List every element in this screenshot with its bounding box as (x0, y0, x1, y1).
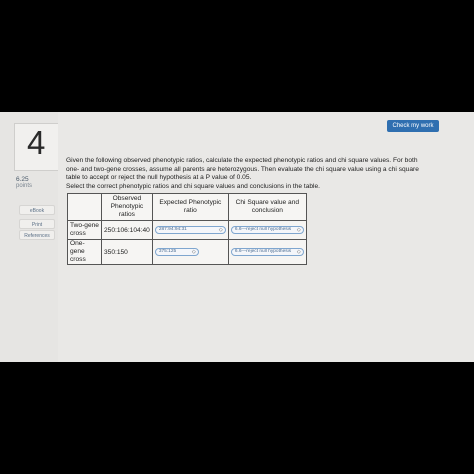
table-row: One-gene cross 350:150 375:125 ◇ 6.6—reje… (67, 239, 307, 265)
response-table: Observed Phenotypic ratios Expected Phen… (67, 193, 307, 265)
ebook-button[interactable]: eBook (19, 205, 55, 215)
header-chi-square: Chi Square value and conclusion (227, 193, 307, 221)
expected-select-two-gene[interactable]: 287:94:94:31 ◇ (154, 226, 226, 234)
header-empty (67, 193, 102, 221)
conclusion-cell-one-gene: 6.6—reject null hypothesis ◇ (227, 239, 307, 265)
conclusion-select-one-gene[interactable]: 6.6—reject null hypothesis ◇ (230, 248, 304, 256)
question-sidebar: 4 6.25 points eBook Print References (0, 112, 58, 362)
references-button[interactable]: References (19, 230, 55, 240)
table-row: Two-gene cross 250:106:104:40 287:94:94:… (67, 220, 307, 240)
chevron-down-icon: ◇ (191, 249, 196, 255)
print-button[interactable]: Print (19, 219, 55, 229)
chevron-down-icon: ◇ (296, 227, 301, 233)
expected-cell-one-gene: 375:125 ◇ (151, 239, 229, 265)
check-my-work-button[interactable]: Check my work (387, 120, 439, 132)
header-expected: Expected Phenotypic ratio (151, 193, 229, 221)
conclusion-cell-two-gene: 6.6—reject null hypothesis ◇ (227, 220, 307, 240)
question-number: 4 (27, 124, 46, 161)
points-label: points (16, 183, 33, 189)
points-value: 6.25 (16, 176, 29, 183)
expected-cell-two-gene: 287:94:94:31 ◇ (151, 220, 229, 240)
question-text: Given the following observed phenotypic … (66, 157, 419, 190)
conclusion-select-two-gene[interactable]: 6.6—reject null hypothesis ◇ (230, 226, 304, 234)
expected-select-one-gene[interactable]: 375:125 ◇ (154, 248, 199, 256)
row-label-one-gene: One-gene cross (67, 239, 102, 265)
observed-one-gene: 350:150 (101, 239, 153, 265)
assignment-screen: 4 6.25 points eBook Print References Che… (0, 112, 474, 362)
observed-two-gene: 250:106:104:40 (101, 220, 153, 240)
header-observed: Observed Phenotypic ratios (101, 193, 153, 221)
table-header-row: Observed Phenotypic ratios Expected Phen… (67, 193, 307, 221)
chevron-down-icon: ◇ (296, 249, 301, 255)
chevron-down-icon: ◇ (218, 227, 223, 233)
row-label-two-gene: Two-gene cross (67, 220, 102, 240)
